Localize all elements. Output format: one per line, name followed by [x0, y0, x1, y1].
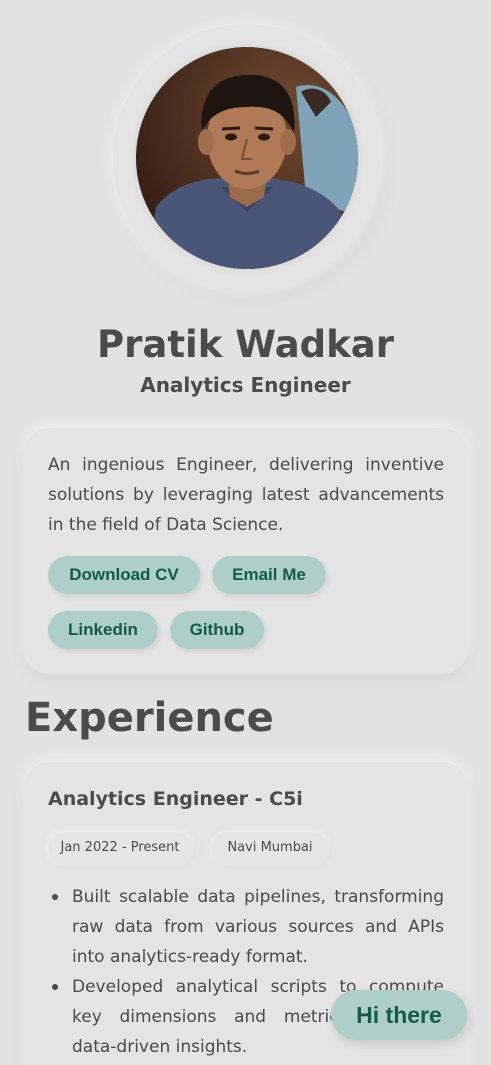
job-title: Analytics Engineer - C5i — [48, 788, 303, 810]
profile-role: Analytics Engineer — [140, 373, 351, 397]
job-location-tag: Navi Mumbai — [212, 832, 328, 864]
profile-name: Pratik Wadkar — [97, 323, 394, 366]
download-cv-button[interactable]: Download CV — [48, 556, 200, 594]
list-item: Built scalable data pipelines, transform… — [48, 882, 444, 972]
avatar — [136, 47, 358, 269]
intro-card: An ingenious Engineer, delivering invent… — [24, 428, 468, 674]
experience-heading: Experience — [25, 695, 274, 741]
portfolio-page: Pratik Wadkar Analytics Engineer An inge… — [0, 0, 491, 1065]
job-period-tag: Jan 2022 - Present — [48, 832, 192, 864]
github-button[interactable]: Github — [170, 611, 264, 649]
email-me-button[interactable]: Email Me — [212, 556, 326, 594]
profile-bio: An ingenious Engineer, delivering invent… — [48, 455, 444, 535]
linkedin-button[interactable]: Linkedin — [48, 611, 158, 649]
chat-button[interactable]: Hi there — [331, 990, 467, 1040]
profile-photo — [136, 47, 358, 269]
